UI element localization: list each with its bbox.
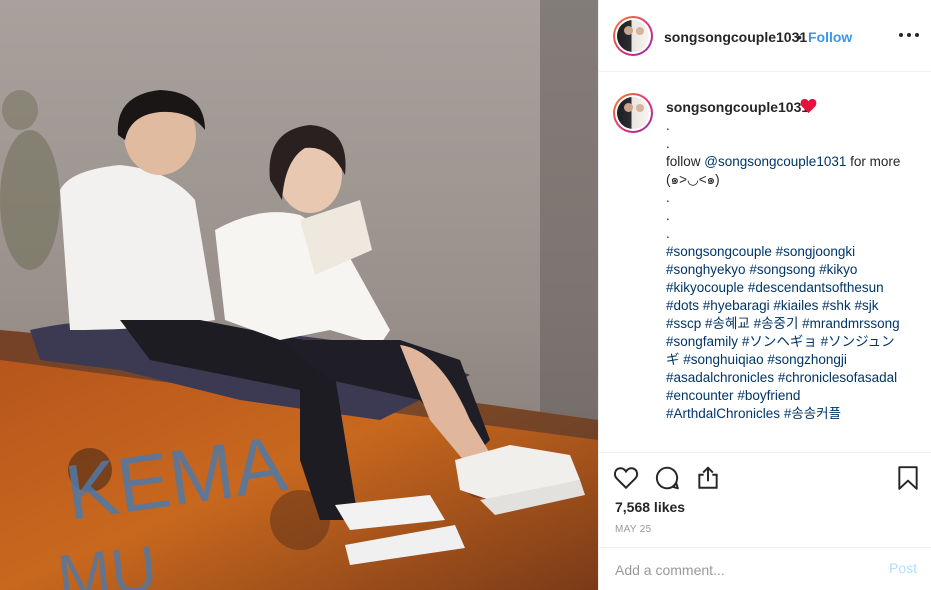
- instagram-post-modal: KEMA MU songsongcouple1031 • Follow song…: [0, 0, 931, 590]
- header-separator: •: [797, 29, 802, 45]
- mention-link[interactable]: @songsongcouple1031: [704, 154, 846, 169]
- hashtag-link[interactable]: #chroniclesofasadal: [778, 370, 897, 385]
- header-avatar[interactable]: [613, 16, 653, 56]
- hashtag-link[interactable]: #sscp: [666, 316, 701, 331]
- header-username[interactable]: songsongcouple1031: [664, 29, 807, 45]
- hashtag-link[interactable]: #mrandmrssong: [802, 316, 900, 331]
- red-heart-emoji-icon: [800, 98, 817, 114]
- hashtag-link[interactable]: #dots: [666, 298, 699, 313]
- hashtag-link[interactable]: #hyebaragi: [703, 298, 770, 313]
- hashtag-link[interactable]: #songhuiqiao: [683, 352, 763, 367]
- share-icon[interactable]: [695, 465, 721, 491]
- hashtag-link[interactable]: #shk: [822, 298, 851, 313]
- hashtag-link[interactable]: #songfamily: [666, 334, 738, 349]
- caption-avatar[interactable]: [613, 93, 653, 133]
- post-comment-button[interactable]: Post: [889, 560, 917, 576]
- hashtag-link[interactable]: #kikyocouple: [666, 280, 744, 295]
- hashtag-link[interactable]: #ソンヘギョ: [742, 334, 817, 349]
- bookmark-icon[interactable]: [895, 465, 921, 491]
- post-side-panel: songsongcouple1031 • Follow songsongcoup…: [598, 0, 931, 590]
- caption-line: .: [666, 208, 670, 223]
- caption-line: .: [666, 118, 670, 133]
- hashtag-link[interactable]: #sjk: [854, 298, 878, 313]
- hashtag-link[interactable]: #kiailes: [773, 298, 818, 313]
- hashtag-link[interactable]: #ArthdalChronicles: [666, 406, 780, 421]
- hashtag-link[interactable]: #songsongcouple: [666, 244, 772, 259]
- action-bar: [599, 452, 931, 500]
- post-photo[interactable]: KEMA MU: [0, 0, 598, 590]
- hashtag-link[interactable]: #descendantsofthesun: [748, 280, 884, 295]
- comment-icon[interactable]: [654, 465, 680, 491]
- post-header: songsongcouple1031 • Follow: [599, 0, 931, 72]
- comment-input[interactable]: [615, 560, 875, 580]
- heart-outline-icon[interactable]: [613, 465, 639, 491]
- follow-button[interactable]: Follow: [808, 29, 852, 45]
- hashtag-link[interactable]: #송중기: [754, 316, 799, 331]
- hashtag-link[interactable]: #songhyekyo: [666, 262, 746, 277]
- post-date[interactable]: MAY 25: [615, 524, 651, 535]
- graffiti-text-2: MU: [54, 532, 161, 590]
- hashtag-link[interactable]: #kikyo: [819, 262, 857, 277]
- more-options-icon[interactable]: [899, 24, 919, 44]
- hashtag-link[interactable]: #songsong: [749, 262, 815, 277]
- caption-line: .: [666, 226, 670, 241]
- hashtag-link[interactable]: #송송커플: [784, 406, 841, 421]
- caption-line: #songsongcouple #songjoongki #songhyekyo…: [666, 243, 906, 423]
- caption-line: .: [666, 190, 670, 205]
- caption-username[interactable]: songsongcouple1031: [666, 99, 809, 115]
- hashtag-link[interactable]: #songjoongki: [776, 244, 856, 259]
- hashtag-link[interactable]: #송혜교: [705, 316, 750, 331]
- comment-bar: Post: [599, 547, 931, 590]
- hashtag-link[interactable]: #songzhongji: [767, 352, 847, 367]
- hashtag-link[interactable]: #encounter: [666, 388, 734, 403]
- hashtag-link[interactable]: #boyfriend: [737, 388, 800, 403]
- couple-photo-illustration: KEMA MU: [0, 0, 598, 590]
- caption-line: follow @songsongcouple1031 for more (๑>◡…: [666, 154, 901, 187]
- likes-count[interactable]: 7,568 likes: [615, 499, 685, 515]
- hashtag-link[interactable]: #asadalchronicles: [666, 370, 774, 385]
- caption-line: .: [666, 136, 670, 151]
- caption-text: .. follow @songsongcouple1031 for more (๑…: [666, 117, 906, 423]
